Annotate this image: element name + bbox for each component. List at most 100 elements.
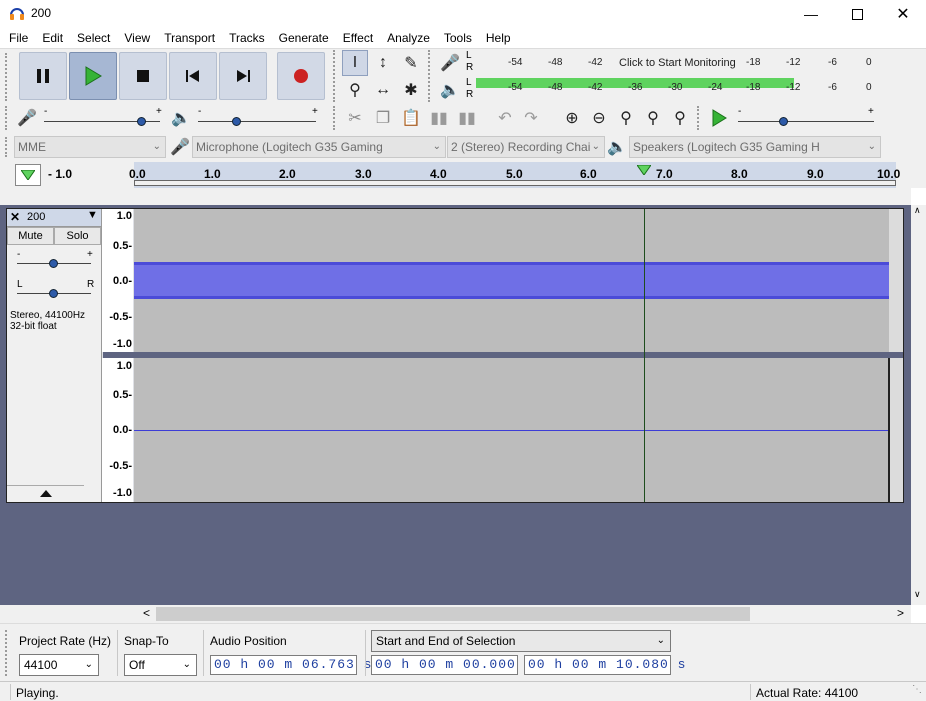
project-rate-select[interactable]: 44100 ⌄ — [19, 654, 99, 676]
recording-volume-slider[interactable]: - + — [42, 106, 162, 128]
recording-device-dropdown[interactable]: Microphone (Logitech G35 Gaming ⌄ — [192, 136, 446, 158]
menu-help[interactable]: Help — [479, 28, 518, 48]
vertical-scrollbar[interactable]: ∧ ∨ — [911, 205, 926, 605]
menu-view[interactable]: View — [117, 28, 157, 48]
record-button[interactable] — [277, 52, 325, 100]
selection-end-field[interactable]: 00 h 00 m 10.080 s — [524, 655, 685, 675]
menu-file[interactable]: File — [2, 28, 35, 48]
timeline-ruler[interactable]: - 1.0 0.0 1.0 2.0 3.0 4.0 5.0 6.0 7.0 8.… — [0, 162, 926, 188]
zoom-in-icon[interactable]: ⊕ — [559, 105, 585, 131]
solo-button[interactable]: Solo — [54, 227, 101, 245]
selection-start-field[interactable]: 00 h 00 m 00.000 s — [371, 655, 532, 675]
envelope-tool-icon[interactable]: ↕ — [370, 50, 396, 76]
record-meter-icon[interactable]: 🎤 — [437, 50, 463, 76]
time-shift-tool-icon[interactable]: ↔ — [370, 77, 396, 103]
pan-slider[interactable]: L R — [15, 279, 95, 301]
vertical-ruler-right[interactable]: 1.0 0.5- 0.0- -0.5- -1.0 — [102, 358, 133, 502]
scroll-right-icon[interactable]: > — [897, 606, 904, 620]
minimize-icon[interactable]: — — [788, 0, 834, 28]
menu-transport[interactable]: Transport — [157, 28, 222, 48]
playback-speed-slider[interactable]: - + — [736, 106, 876, 128]
clip-channel-left[interactable] — [134, 209, 889, 352]
menu-select[interactable]: Select — [70, 28, 117, 48]
draw-tool-icon[interactable]: ✎ — [398, 50, 424, 76]
zoom-tool-icon[interactable]: ⚲ — [342, 77, 368, 103]
play-button[interactable] — [69, 52, 117, 100]
audio-host-dropdown[interactable]: MME ⌄ — [14, 136, 166, 158]
toolbar-grip[interactable] — [5, 106, 9, 130]
collapse-track-button[interactable] — [7, 485, 84, 501]
skip-to-end-button[interactable] — [219, 52, 267, 100]
fit-selection-icon[interactable]: ⚲ — [613, 105, 639, 131]
slider-thumb[interactable] — [779, 117, 788, 126]
slider-thumb[interactable] — [137, 117, 146, 126]
selection-toolbar: Project Rate (Hz) 44100 ⌄ Snap-To Off ⌄ Au… — [0, 623, 926, 681]
clip-channel-right[interactable] — [134, 358, 888, 502]
toolbar-grip[interactable] — [428, 50, 432, 102]
zoom-toggle-icon[interactable]: ⚲ — [667, 105, 693, 131]
redo-icon[interactable]: ↷ — [518, 105, 544, 131]
ruler-label: 3.0 — [355, 167, 372, 181]
scroll-up-icon[interactable]: ∧ — [914, 205, 921, 216]
vertical-ruler-left[interactable]: 1.0 0.5- 0.0- -0.5- -1.0 — [102, 209, 133, 352]
multi-tool-icon[interactable]: ✱ — [398, 77, 424, 103]
clip-end-right — [890, 358, 903, 502]
track-control-panel[interactable]: ✕ 200 ▼ Mute Solo - + L R Stereo, 44100H… — [7, 209, 102, 502]
menu-tools[interactable]: Tools — [437, 28, 479, 48]
playback-meter[interactable]: -54 -48 -42 -36 -30 -24 -18 -12 -6 0 — [476, 77, 880, 99]
copy-icon[interactable]: ❐ — [370, 105, 396, 131]
cut-icon[interactable]: ✂ — [342, 105, 368, 131]
close-track-icon[interactable]: ✕ — [10, 210, 20, 224]
zoom-out-icon[interactable]: ⊖ — [586, 105, 612, 131]
playback-meter-icon[interactable]: 🔈 — [437, 77, 463, 103]
resize-grip-icon[interactable]: ⋱ — [912, 684, 922, 695]
scroll-thumb[interactable] — [156, 607, 750, 621]
trim-icon[interactable]: ▮▮ — [426, 105, 452, 131]
maximize-icon[interactable] — [834, 0, 880, 28]
scroll-down-icon[interactable]: ∨ — [914, 589, 921, 600]
close-icon[interactable]: ✕ — [880, 0, 926, 28]
pinned-play-head-button[interactable] — [15, 164, 41, 186]
track-name[interactable]: 200 — [27, 211, 45, 223]
toolbar-grip[interactable] — [5, 53, 11, 101]
menu-edit[interactable]: Edit — [35, 28, 70, 48]
menu-generate[interactable]: Generate — [272, 28, 336, 48]
play-at-speed-button[interactable] — [706, 105, 732, 131]
mute-button[interactable]: Mute — [7, 227, 54, 245]
record-meter[interactable]: -54 -48 -42 Click to Start Monitoring -1… — [476, 52, 880, 74]
gain-slider[interactable]: - + — [15, 249, 95, 271]
toolbar-grip[interactable] — [697, 106, 701, 130]
pause-button[interactable] — [19, 52, 67, 100]
stop-button[interactable] — [119, 52, 167, 100]
toolbar-grip[interactable] — [333, 106, 337, 130]
selection-mode-select[interactable]: Start and End of Selection ⌄ — [371, 630, 671, 652]
slider-thumb[interactable] — [49, 289, 58, 298]
menu-analyze[interactable]: Analyze — [380, 28, 437, 48]
slider-thumb[interactable] — [49, 259, 58, 268]
slider-thumb[interactable] — [232, 117, 241, 126]
audio-position-field[interactable]: 00 h 00 m 06.763 s — [210, 655, 371, 675]
snap-to-select[interactable]: Off ⌄ — [124, 654, 197, 676]
playback-volume-slider[interactable]: - + — [196, 106, 318, 128]
divider — [10, 684, 11, 700]
toolbar-grip[interactable] — [5, 137, 9, 157]
scroll-left-icon[interactable]: < — [143, 606, 150, 620]
toolbar-grip[interactable] — [5, 630, 9, 676]
toolbar-grip[interactable] — [333, 50, 337, 102]
menu-tracks[interactable]: Tracks — [222, 28, 272, 48]
record-scale-18: -18 — [746, 57, 761, 68]
undo-icon[interactable]: ↶ — [492, 105, 518, 131]
track-header[interactable]: ✕ 200 ▼ — [7, 209, 101, 227]
menu-effect[interactable]: Effect — [336, 28, 380, 48]
start-monitoring-label[interactable]: Click to Start Monitoring — [619, 57, 736, 69]
paste-icon[interactable]: 📋 — [398, 105, 424, 131]
silence-icon[interactable]: ▮▮ — [454, 105, 480, 131]
skip-to-start-button[interactable] — [169, 52, 217, 100]
recording-channels-dropdown[interactable]: 2 (Stereo) Recording Chai ⌄ — [447, 136, 605, 158]
playback-device-dropdown[interactable]: Speakers (Logitech G35 Gaming H ⌄ — [629, 136, 881, 158]
selection-tool-icon[interactable]: I — [342, 50, 368, 76]
fit-project-icon[interactable]: ⚲ — [640, 105, 666, 131]
track-menu-chevron-icon[interactable]: ▼ — [87, 209, 98, 221]
record-icon — [294, 69, 308, 83]
horizontal-scrollbar[interactable]: < > — [0, 605, 911, 623]
